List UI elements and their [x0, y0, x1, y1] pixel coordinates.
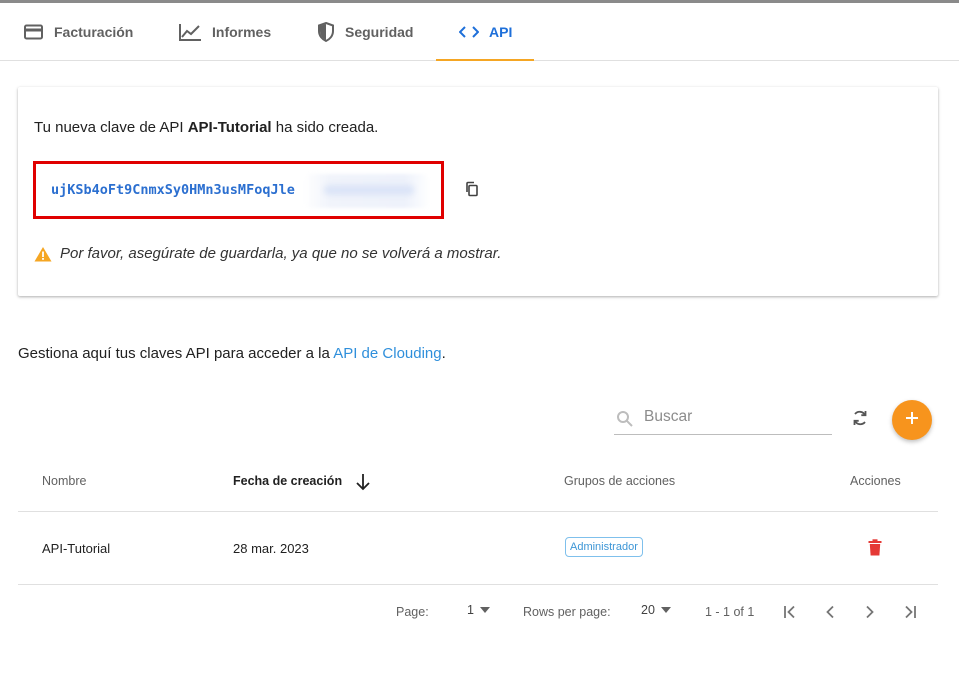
row-name: API-Tutorial — [42, 541, 111, 556]
description-prefix: Gestiona aquí tus claves API para accede… — [18, 345, 334, 362]
code-icon — [459, 25, 479, 39]
message-prefix: Tu nueva clave de API — [34, 119, 188, 136]
rows-per-page-label: Rows per page: — [523, 605, 611, 619]
chart-line-icon — [178, 22, 202, 42]
tab-seguridad[interactable]: Seguridad — [317, 3, 413, 61]
shield-icon — [317, 22, 335, 42]
tab-label: Facturación — [54, 24, 134, 40]
pagination: Page: 1 Rows per page: 20 1 - 1 of 1 — [0, 598, 959, 628]
chevron-left-icon — [825, 605, 835, 622]
message-suffix: ha sido creada. — [271, 119, 379, 136]
active-tab-indicator — [436, 59, 534, 61]
tab-label: Informes — [212, 24, 272, 40]
row-created: 28 mar. 2023 — [233, 541, 309, 556]
column-header-actions: Acciones — [850, 474, 901, 488]
tab-label: API — [489, 24, 513, 40]
column-header-name[interactable]: Nombre — [42, 474, 86, 488]
last-page-button[interactable] — [899, 602, 921, 624]
previous-page-button[interactable] — [819, 602, 841, 624]
tab-label: Seguridad — [345, 24, 414, 40]
search-icon — [616, 410, 634, 433]
search-input[interactable] — [644, 402, 824, 432]
warning-text: Por favor, asegúrate de guardarla, ya qu… — [60, 245, 502, 262]
api-key-highlight: ujKSb4oFt9CnmxSy0HMn3usMFoqJle — [33, 161, 444, 219]
first-page-button[interactable] — [779, 602, 801, 624]
key-name: API-Tutorial — [187, 119, 272, 136]
refresh-icon — [851, 409, 869, 432]
copy-icon — [464, 181, 480, 201]
chevron-right-icon — [865, 605, 875, 622]
rows-per-page-value: 20 — [641, 603, 655, 617]
arrow-down-icon[interactable] — [355, 473, 371, 496]
last-page-icon — [903, 605, 917, 622]
tab-informes[interactable]: Informes — [178, 3, 271, 61]
api-key-value[interactable]: ujKSb4oFt9CnmxSy0HMn3usMFoqJle — [51, 182, 295, 198]
plus-icon — [905, 411, 919, 430]
api-key-redaction-detail — [324, 185, 414, 195]
delete-button[interactable] — [868, 539, 882, 561]
api-docs-link[interactable]: API de Clouding — [333, 345, 441, 362]
tab-bar: Facturación Informes Seguridad API — [0, 3, 959, 61]
caret-down-icon — [479, 606, 491, 614]
trash-icon — [868, 539, 882, 560]
description-suffix: . — [441, 345, 446, 362]
rows-per-page-select[interactable]: 20 — [641, 603, 672, 617]
api-keys-table: Nombre Fecha de creación Grupos de accio… — [18, 452, 938, 585]
column-header-created[interactable]: Fecha de creación — [233, 474, 342, 488]
add-api-key-button[interactable] — [892, 400, 932, 440]
page-value: 1 — [467, 603, 474, 617]
warning-icon — [34, 246, 52, 262]
tab-api[interactable]: API — [459, 3, 512, 61]
page-range: 1 - 1 of 1 — [705, 605, 755, 619]
refresh-button[interactable] — [849, 409, 871, 431]
new-key-card: Tu nueva clave de API API-Tutorial ha si… — [18, 87, 938, 296]
first-page-icon — [783, 605, 797, 622]
table-header: Nombre Fecha de creación Grupos de accio… — [18, 452, 938, 512]
copy-key-button[interactable] — [464, 181, 482, 199]
credit-card-icon — [24, 24, 44, 40]
caret-down-icon — [660, 606, 672, 614]
page-select[interactable]: 1 — [467, 603, 491, 617]
new-key-message: Tu nueva clave de API API-Tutorial ha si… — [34, 119, 378, 136]
page-label: Page: — [396, 605, 429, 619]
tab-facturacion[interactable]: Facturación — [24, 3, 133, 61]
api-description: Gestiona aquí tus claves API para accede… — [18, 345, 446, 362]
save-warning: Por favor, asegúrate de guardarla, ya qu… — [34, 245, 501, 262]
group-badge: Administrador — [565, 537, 643, 557]
column-header-groups[interactable]: Grupos de acciones — [564, 474, 675, 488]
table-row[interactable]: API-Tutorial 28 mar. 2023 Administrador — [18, 512, 938, 585]
search-box — [614, 402, 832, 435]
next-page-button[interactable] — [859, 602, 881, 624]
